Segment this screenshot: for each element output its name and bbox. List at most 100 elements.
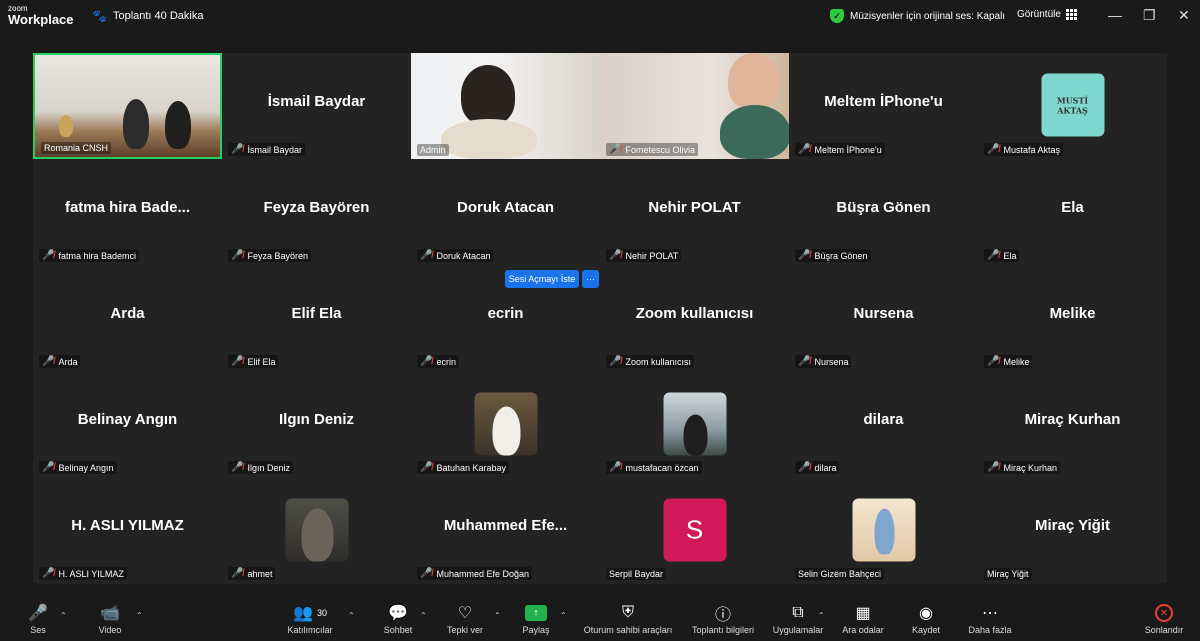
share-button[interactable]: ↑ Paylaş [518, 601, 554, 635]
share-label: Paylaş [522, 625, 550, 635]
meeting-info-label: Toplantı bilgileri [691, 625, 755, 635]
participant-tile[interactable]: Ilgın Deniz 🎤̸ Ilgın Deniz [222, 371, 411, 477]
participant-label: 🎤̸ Elif Ela [228, 355, 279, 368]
heart-icon: ♡ [457, 605, 473, 622]
participant-tile[interactable]: Romania CNSH [33, 53, 222, 159]
mic-muted-icon: 🎤̸ [987, 462, 1000, 473]
more-button[interactable]: ⋯ Daha fazla [964, 601, 1016, 635]
profile-avatar [474, 392, 537, 456]
original-sound-indicator[interactable]: ✓ Müzisyenler için orijinal ses: Kapalı [830, 9, 1005, 23]
participant-name: Nehir POLAT [625, 250, 679, 261]
participant-tile[interactable]: 🎤̸ Fometescu Olivia [600, 53, 790, 159]
more-options-button[interactable]: ··· [582, 270, 599, 288]
participant-tile[interactable]: 🎤̸ Batuhan Karabay [411, 371, 600, 477]
mic-muted-icon: 🎤̸ [609, 144, 622, 155]
chat-options-chevron-icon[interactable]: ⌃ [420, 611, 427, 620]
avatar-text-line1: MUSTİ [1056, 95, 1089, 105]
participant-label: 🎤̸ Mustafa Aktaş [984, 143, 1063, 156]
participant-label: 🎤̸ ahmet [228, 567, 276, 580]
participant-label: 🎤̸ Ela [984, 249, 1020, 262]
meeting-toolbar: 🎤 Ses ⌃ 📹 Video ⌃ 👥 30 Katılımcılar ⌃ 💬 S… [0, 599, 1200, 641]
participant-tile[interactable]: Selin Gizem Bahçeci [789, 477, 978, 583]
share-screen-icon: ↑ [525, 605, 547, 621]
participant-display-name: Melike [1049, 305, 1096, 322]
mic-muted-icon: 🎤̸ [420, 356, 433, 367]
participant-name: Batuhan Karabay [436, 462, 507, 473]
restore-icon[interactable]: ❐ [1143, 7, 1156, 24]
mic-muted-icon: 🎤̸ [42, 356, 55, 367]
more-label: Daha fazla [968, 625, 1012, 635]
reactions-button[interactable]: ♡ Tepki ver [442, 601, 488, 635]
participant-display-name: Doruk Atacan [457, 199, 554, 216]
participant-name: dilara [814, 462, 837, 473]
participant-tile[interactable]: İsmail Baydar 🎤̸ İsmail Baydar [222, 53, 411, 159]
participant-tile[interactable]: Belinay Angın 🎤̸ Belinay Angın [33, 371, 222, 477]
participant-display-name: Miraç Kurhan [1024, 411, 1121, 428]
participant-tile[interactable]: 🎤̸ ahmet [222, 477, 411, 583]
audio-button[interactable]: 🎤 Ses [22, 601, 54, 635]
minimize-icon[interactable]: — [1108, 7, 1122, 23]
audio-options-chevron-icon[interactable]: ⌃ [60, 611, 67, 620]
chat-button[interactable]: 💬 Sohbet [378, 601, 418, 635]
ask-to-unmute-button[interactable]: Sesi Açmayı İste [505, 270, 579, 288]
participant-tile[interactable]: 🎤̸ mustafacan özcan [600, 371, 789, 477]
participant-label: 🎤̸ Nursena [795, 355, 852, 368]
participant-display-name: H. ASLI YILMAZ [71, 517, 184, 534]
participant-display-name: Arda [110, 305, 145, 322]
participant-tile[interactable]: Arda 🎤̸ Arda [33, 265, 222, 371]
host-tools-button[interactable]: ⛨ Oturum sahibi araçları [578, 601, 678, 635]
participant-tile[interactable]: fatma hira Bade... 🎤̸ fatma hira Bademci [33, 159, 222, 265]
participant-tile[interactable]: Melike 🎤̸ Melike [978, 265, 1167, 371]
mic-muted-icon: 🎤̸ [987, 144, 1000, 155]
end-meeting-button[interactable]: ✕ Sonlandır [1142, 601, 1186, 635]
participant-tile[interactable]: Muhammed Efe... 🎤̸ Muhammed Efe Doğan [411, 477, 600, 583]
participant-name: H. ASLI YILMAZ [58, 568, 124, 579]
profile-avatar: S [663, 498, 726, 562]
participant-tile[interactable]: Meltem İPhone'u 🎤̸ Meltem İPhone'u [789, 53, 978, 159]
meeting-info-button[interactable]: ⓘ Toplantı bilgileri [686, 601, 760, 635]
participant-tile[interactable]: Ela 🎤̸ Ela [978, 159, 1167, 265]
video-button[interactable]: 📹 Video [92, 601, 128, 635]
participant-name: Miraç Yiğit [987, 569, 1029, 579]
participant-tile[interactable]: Zoom kullanıcısı 🎤̸ Zoom kullanıcısı [600, 265, 789, 371]
participant-tile[interactable]: Admin [411, 53, 600, 159]
view-button[interactable]: Görüntüle [1017, 9, 1077, 20]
mic-muted-icon: 🎤̸ [798, 250, 811, 261]
participants-options-chevron-icon[interactable]: ⌃ [348, 611, 355, 620]
apps-label: Uygulamalar [772, 625, 824, 635]
shield-check-icon: ✓ [830, 9, 844, 23]
participant-tile[interactable]: Nehir POLAT 🎤̸ Nehir POLAT [600, 159, 789, 265]
video-options-chevron-icon[interactable]: ⌃ [136, 611, 143, 620]
participant-name: Muhammed Efe Doğan [436, 568, 530, 579]
close-icon[interactable]: ✕ [1178, 7, 1190, 24]
mic-muted-icon: 🎤̸ [420, 462, 433, 473]
participant-display-name: Zoom kullanıcısı [635, 305, 754, 322]
breakout-rooms-button[interactable]: ▦ Ara odalar [838, 601, 888, 635]
participant-tile[interactable]: Miraç Yiğit Miraç Yiğit [978, 477, 1167, 583]
participant-tile[interactable]: Büşra Gönen 🎤̸ Büşra Gönen [789, 159, 978, 265]
participant-display-name: İsmail Baydar [267, 93, 366, 110]
apps-options-chevron-icon[interactable]: ⌃ [818, 611, 825, 620]
reactions-options-chevron-icon[interactable]: ⌃ [494, 611, 501, 620]
participant-label: 🎤̸ Belinay Angın [39, 461, 117, 474]
participant-tile[interactable]: MUSTİ AKTAŞ 🎤̸ Mustafa Aktaş [978, 53, 1167, 159]
participant-name: mustafacan özcan [625, 462, 699, 473]
participant-tile[interactable]: H. ASLI YILMAZ 🎤̸ H. ASLI YILMAZ [33, 477, 222, 583]
profile-avatar [663, 392, 726, 456]
share-options-chevron-icon[interactable]: ⌃ [560, 611, 567, 620]
participants-button[interactable]: 👥 30 Katılımcılar [280, 601, 340, 635]
participant-name: Feyza Bayören [247, 250, 308, 261]
participant-tile[interactable]: Elif Ela 🎤̸ Elif Ela [222, 265, 411, 371]
participant-tile[interactable]: dilara 🎤̸ dilara [789, 371, 978, 477]
record-button[interactable]: ◉ Kaydet [906, 601, 946, 635]
participant-tile[interactable]: Feyza Bayören 🎤̸ Feyza Bayören [222, 159, 411, 265]
participant-display-name: fatma hira Bade... [64, 199, 191, 216]
participant-label: 🎤̸ H. ASLI YILMAZ [39, 567, 127, 580]
participant-tile[interactable]: S Serpil Baydar [600, 477, 789, 583]
participant-tile[interactable]: Doruk Atacan 🎤̸ Doruk Atacan [411, 159, 600, 265]
profile-avatar [852, 498, 915, 562]
participant-tile[interactable]: Nursena 🎤̸ Nursena [789, 265, 978, 371]
participant-name: İsmail Baydar [247, 144, 302, 155]
participant-name: Fometescu Olivia [625, 144, 695, 155]
participant-tile[interactable]: Miraç Kurhan 🎤̸ Miraç Kurhan [978, 371, 1167, 477]
